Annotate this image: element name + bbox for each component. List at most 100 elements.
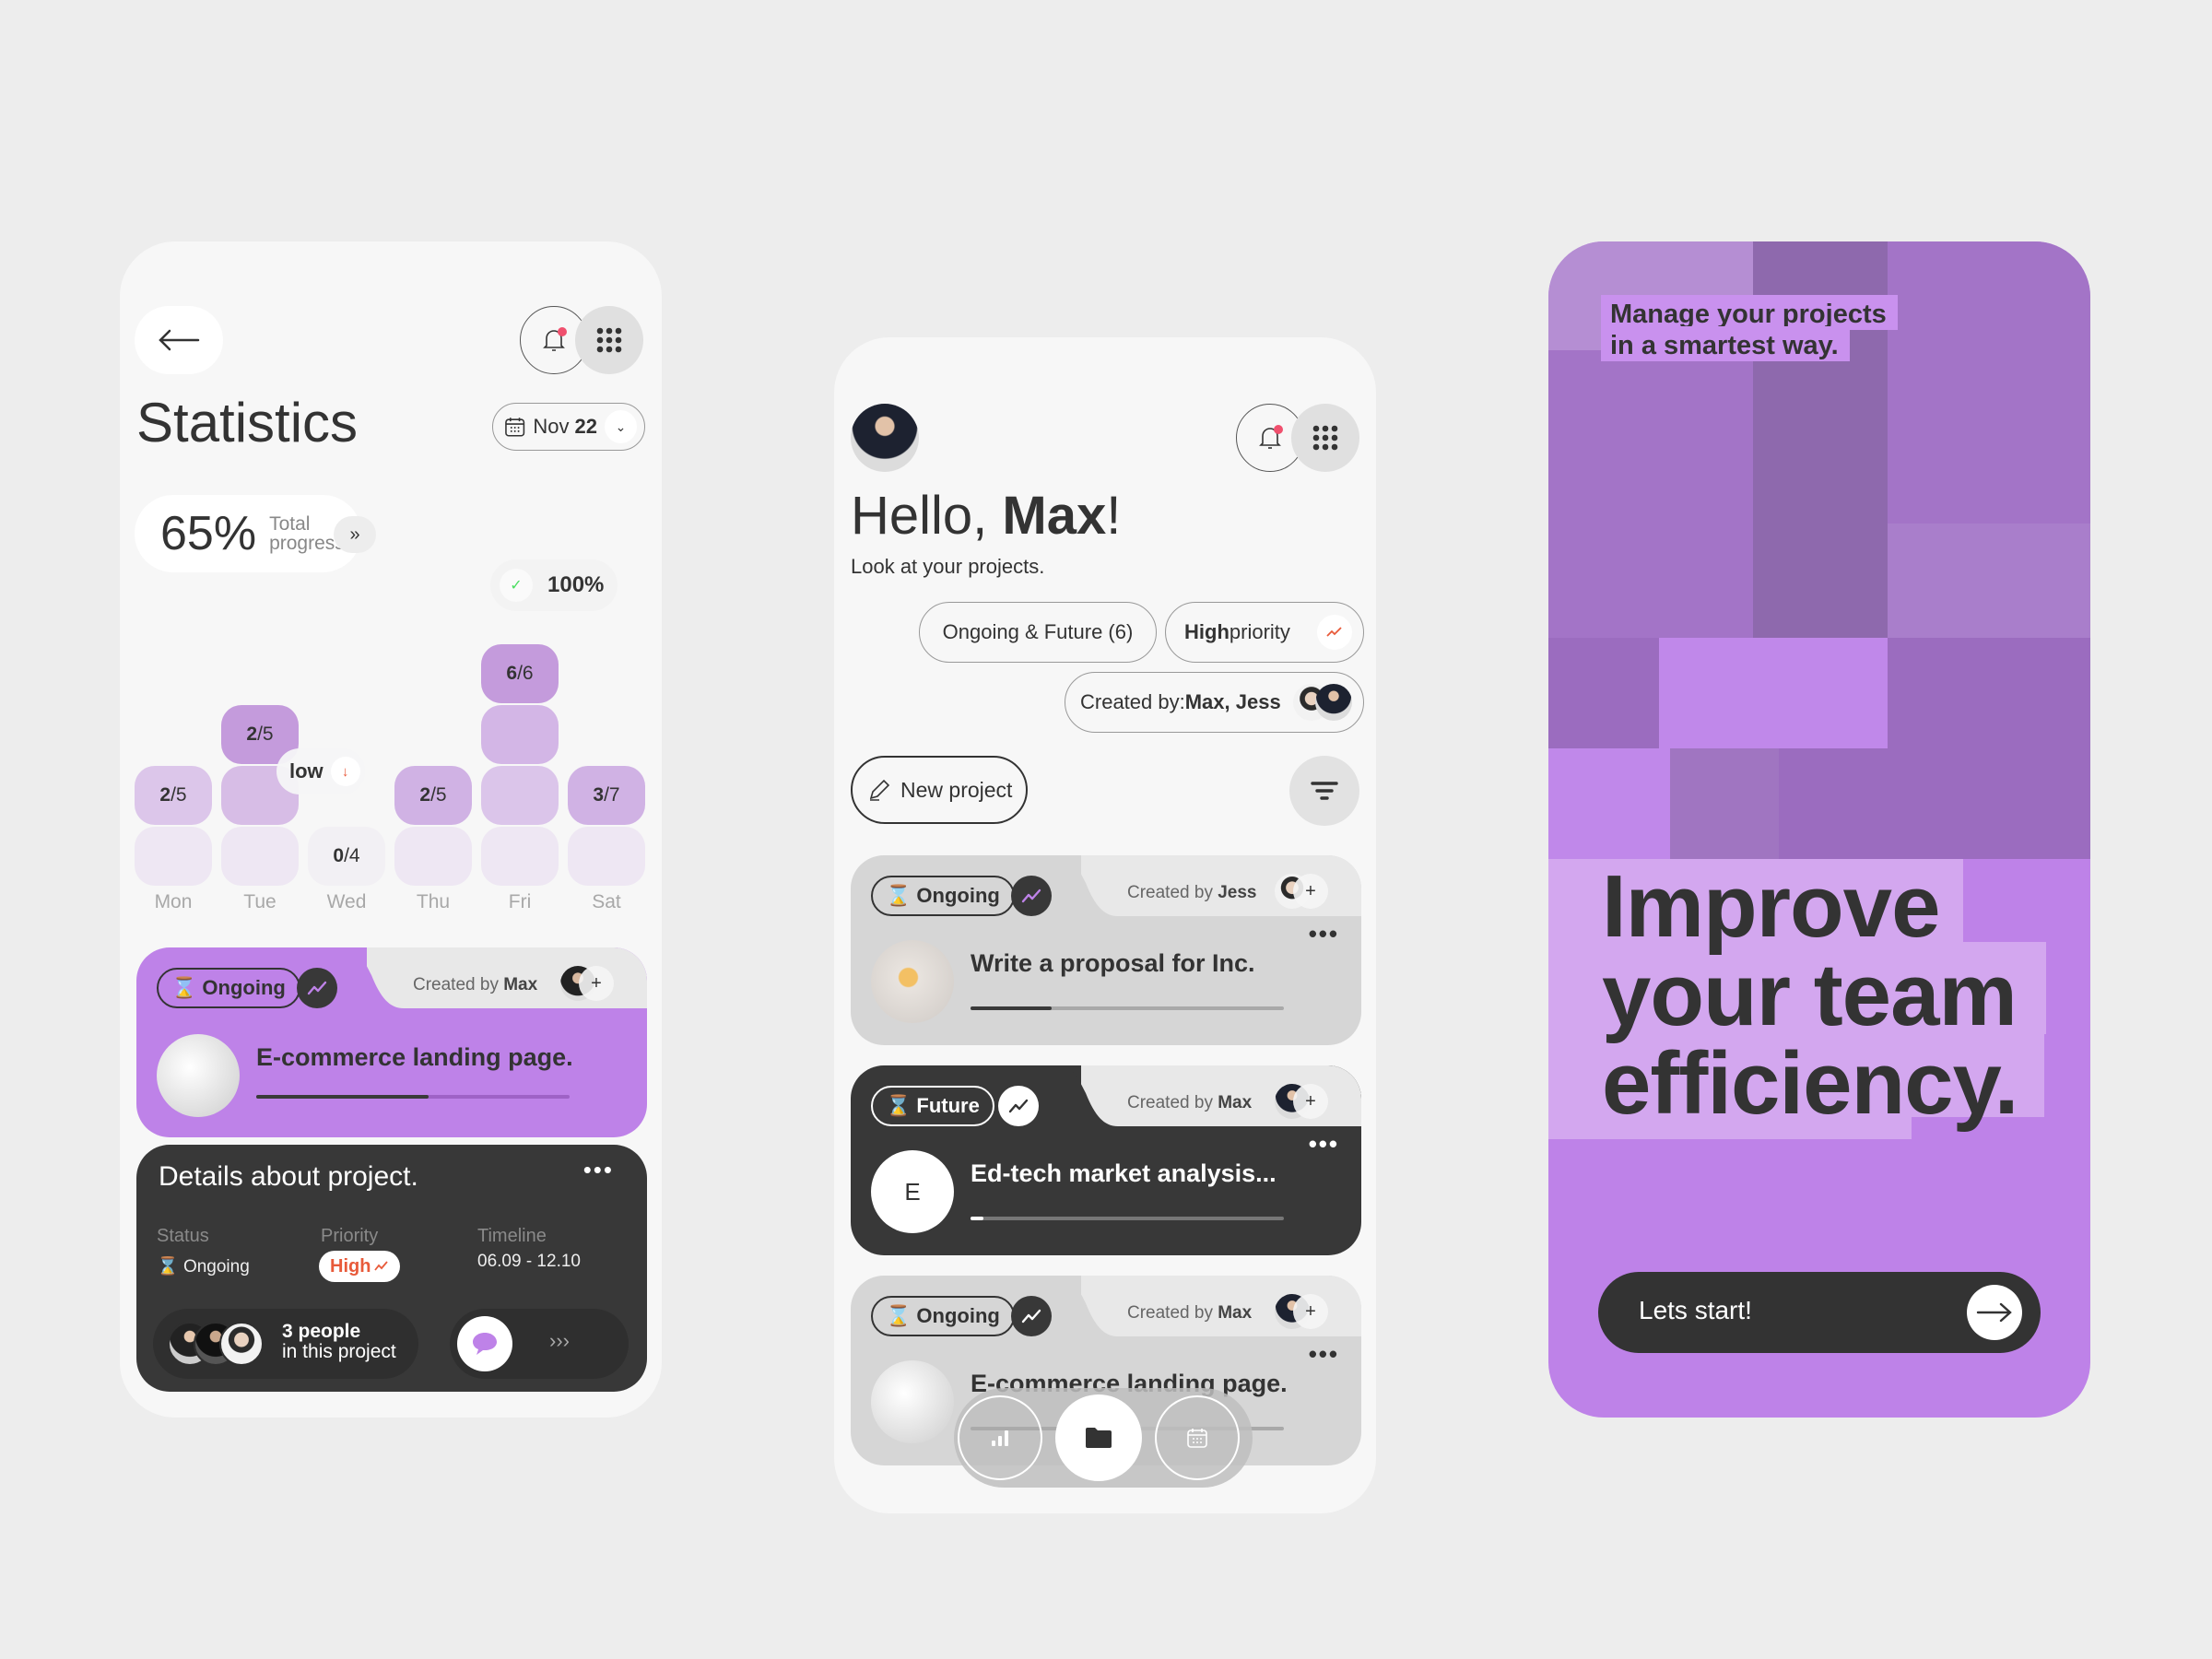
project-thumbnail [871,1360,954,1443]
low-tag: low ↓ [276,748,365,794]
apps-menu-button[interactable] [575,306,643,374]
filter-high-priority[interactable]: High priority [1165,602,1364,663]
nav-projects[interactable] [1055,1394,1142,1481]
low-label: low [289,759,324,782]
trend-icon [297,968,337,1008]
trend-icon [1317,615,1352,650]
status-chip[interactable]: ⌛ Future [871,1086,994,1126]
lets-start-label: Lets start! [1639,1296,1752,1324]
project-card[interactable]: ⌛ Future Created by Max + ••• E Ed-tech m… [851,1065,1361,1255]
add-member-button[interactable]: + [579,966,614,1001]
calendar-icon [1187,1429,1207,1448]
more-options-button[interactable]: ••• [583,1156,614,1184]
hourglass-icon: ⌛ [157,1257,179,1277]
trend-icon [374,1261,389,1271]
trend-icon [1011,876,1052,916]
people-suffix: in this project [282,1341,396,1362]
filter-button[interactable] [1289,756,1359,826]
created-by: Created by Max [1127,1303,1253,1323]
chart-tile [481,705,559,764]
add-member-button[interactable]: + [1293,874,1328,909]
hourglass-icon: ⌛ [886,884,912,907]
back-button[interactable] [135,306,223,374]
progress-bar [971,1006,1284,1010]
bg-tile [1548,350,1753,638]
new-project-button[interactable]: New project [851,756,1028,824]
chart-value-label: 3/7 [593,784,620,806]
created-by: Created by Max [1127,1093,1253,1112]
folder-icon [1086,1428,1112,1448]
chart-tile: 2/5 [394,766,472,825]
check-icon: ✓ [500,569,533,602]
date-day: 22 [574,415,597,438]
total-progress-label-1: Total [269,513,311,535]
more-options-button[interactable]: ••• [1309,1130,1339,1159]
date-month: Nov [533,415,570,438]
filter-created-by[interactable]: Created by: Max, Jess [1065,672,1364,733]
created-by: Created by Jess [1127,883,1257,902]
hourglass-icon: ⌛ [886,1304,912,1327]
status-chip[interactable]: ⌛ Ongoing [157,968,300,1008]
priority-label: Priority [321,1226,379,1246]
trend-icon [998,1086,1039,1126]
user-avatar[interactable] [851,404,919,472]
chart-tile [135,827,212,886]
avatar [219,1322,264,1366]
progress-bar [971,1217,1284,1220]
status-chip[interactable]: ⌛ Ongoing [871,1296,1015,1336]
chart-tile [481,766,559,825]
add-member-button[interactable]: + [1293,1294,1328,1329]
progress-bar-fill [256,1095,429,1099]
chevron-down-icon[interactable]: ⌄ [604,410,637,443]
project-thumbnail: E [871,1150,954,1233]
filter-ongoing-future[interactable]: Ongoing & Future (6) [919,602,1157,663]
chart-tile: 0/4 [308,827,385,886]
apps-menu-button[interactable] [1291,404,1359,472]
project-title: E-commerce landing page. [256,1043,573,1071]
project-thumbnail [871,940,954,1023]
status-value: ⌛ Ongoing [157,1257,250,1277]
bottom-navigation [954,1388,1253,1488]
status-chip[interactable]: ⌛ Ongoing [871,876,1015,916]
project-card[interactable]: ⌛ Ongoing Created by Max + E-commerce la… [136,947,647,1137]
chart-tile [221,827,299,886]
add-member-button[interactable]: + [1293,1084,1328,1119]
chart-day-label: Mon [154,891,193,912]
arrow-down-icon: ↓ [330,757,360,786]
date-picker[interactable]: Nov 22 ⌄ [492,403,645,451]
bg-tile [1888,638,2090,859]
chat-actions: ››› [450,1309,629,1379]
project-title: Write a proposal for Inc. [971,949,1255,977]
more-options-button[interactable]: ••• [1309,920,1339,948]
chart-tile [568,827,645,886]
created-by: Created by Max [413,975,538,994]
bar-chart-icon [992,1430,1008,1446]
more-options-button[interactable]: ••• [1309,1340,1339,1369]
project-thumbnail [157,1034,240,1117]
total-progress: 65% Total progress [135,495,361,572]
nav-calendar[interactable] [1155,1395,1240,1480]
progress-more-button[interactable]: » [334,516,376,553]
chart-value-label: 6/6 [506,663,534,684]
chat-button[interactable] [457,1316,512,1371]
lets-start-button[interactable]: Lets start! [1598,1272,2041,1353]
project-title: Ed-tech market analysis... [971,1159,1277,1187]
project-card[interactable]: ⌛ Ongoing Created by Jess + ••• Write a p… [851,855,1361,1045]
chart-day-label: Tue [243,891,276,912]
project-members[interactable]: 3 people in this project [153,1309,418,1379]
more-arrows-button[interactable]: ››› [549,1329,570,1353]
chart-tile: 3/7 [568,766,645,825]
card-tab-curve [1035,1065,1118,1126]
details-title: Details about project. [159,1161,418,1192]
page-title: Statistics [136,392,359,453]
bg-tile [1659,638,1888,748]
bg-tile [1779,748,1888,859]
chart-tile: 2/5 [135,766,212,825]
progress-bar-fill [971,1217,983,1220]
people-count: 3 people [282,1321,361,1342]
project-details-card: Details about project. ••• Status ⌛ Ongo… [136,1145,647,1392]
progress-bar-fill [971,1006,1053,1010]
chart-day-label: Thu [416,891,451,912]
calendar-icon [505,418,525,437]
nav-statistics[interactable] [958,1395,1042,1480]
